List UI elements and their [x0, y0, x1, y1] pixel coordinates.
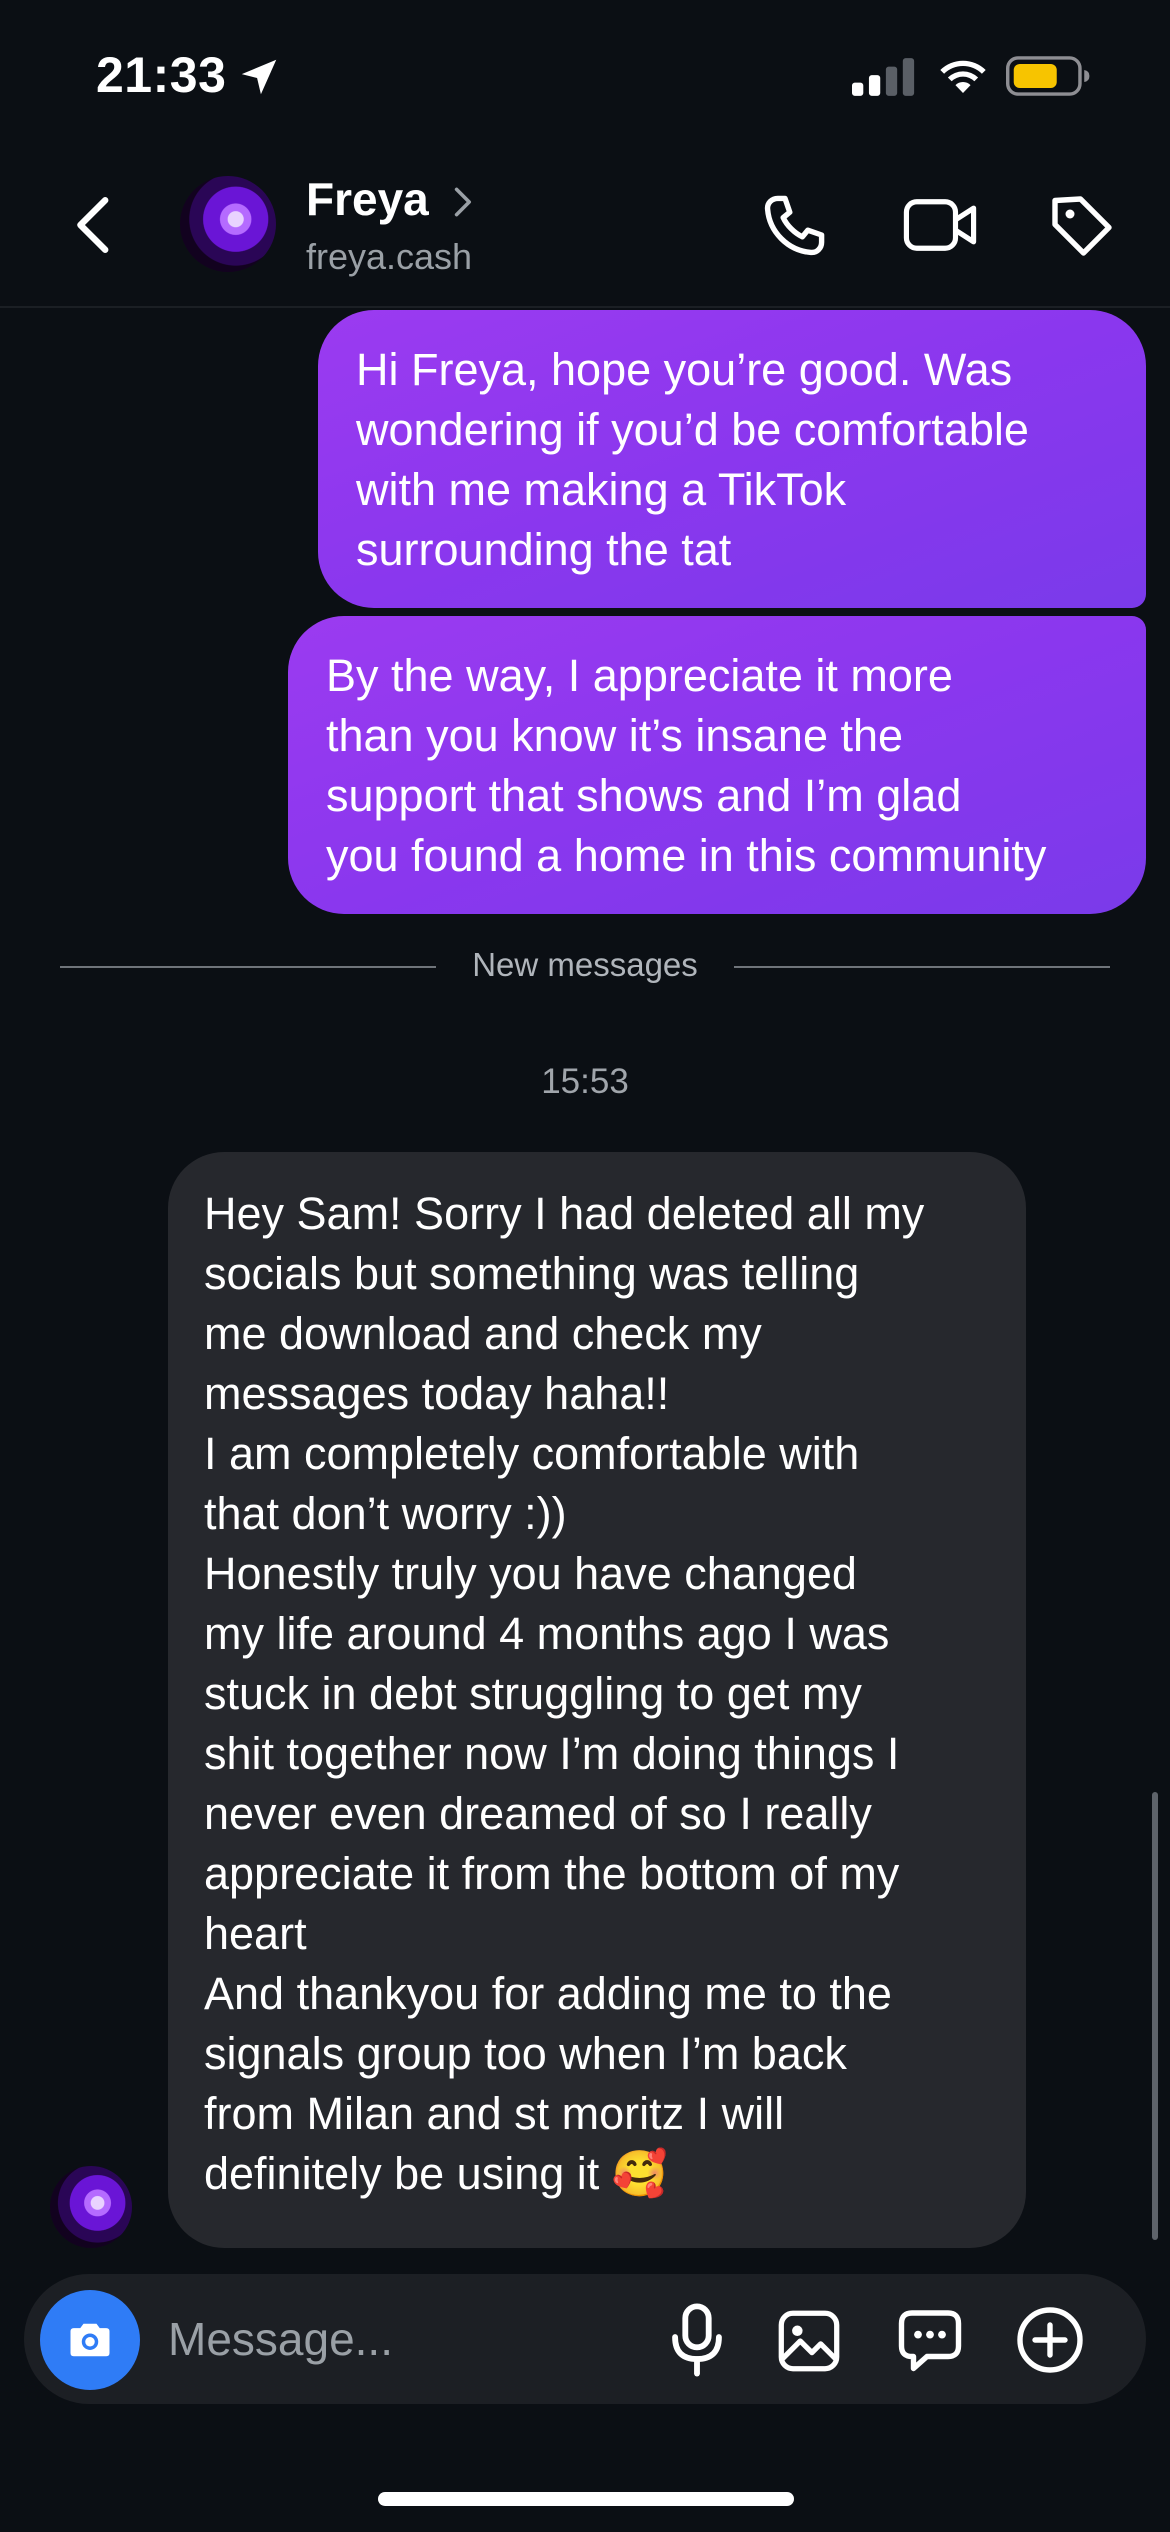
- outgoing-message[interactable]: By the way, I appreciate it more than yo…: [288, 616, 1146, 914]
- message-line: definitely be using it 🥰: [204, 2148, 668, 2199]
- avatar[interactable]: [180, 176, 276, 272]
- incoming-message[interactable]: Hey Sam! Sorry I had deleted all my soci…: [168, 1152, 1026, 2248]
- message-line: appreciate it from the bottom of my: [204, 1848, 900, 1899]
- battery-icon: [1006, 56, 1090, 96]
- location-arrow-icon: [241, 59, 277, 95]
- camera-button[interactable]: [40, 2290, 140, 2390]
- message-line: surrounding the tat: [356, 524, 732, 575]
- header-divider: [0, 306, 1170, 308]
- message-line: I am completely comfortable with: [204, 1428, 860, 1479]
- camera-icon: [70, 2323, 110, 2357]
- message-timestamp: 15:53: [541, 1062, 629, 1101]
- divider-line: [734, 966, 1110, 968]
- message-line: socials but something was telling: [204, 1248, 860, 1299]
- contact-username[interactable]: freya.cash: [306, 236, 472, 278]
- plus-icon[interactable]: [1014, 2304, 1086, 2376]
- sticker-icon[interactable]: [894, 2304, 966, 2376]
- message-line: that don’t worry :)): [204, 1488, 567, 1539]
- wifi-icon: [940, 60, 986, 93]
- video-camera-icon[interactable]: [900, 194, 980, 256]
- message-line: than you know it’s insane the: [326, 710, 904, 761]
- phone-icon[interactable]: [758, 190, 830, 262]
- message-line: stuck in debt struggling to get my: [204, 1668, 862, 1719]
- message-line: heart: [204, 1908, 307, 1959]
- divider-line: [60, 966, 436, 968]
- message-line: my life around 4 months ago I was: [204, 1608, 890, 1659]
- scrollbar[interactable]: [1152, 1792, 1158, 2240]
- status-time: 21:33: [96, 47, 227, 103]
- message-line: Hey Sam! Sorry I had deleted all my: [204, 1188, 925, 1239]
- message-line: with me making a TikTok: [356, 464, 847, 515]
- chevron-right-icon[interactable]: [448, 184, 476, 220]
- message-line: from Milan and st moritz I will: [204, 2088, 785, 2139]
- back-button[interactable]: [60, 190, 130, 260]
- message-line: Honestly truly you have changed: [204, 1548, 857, 1599]
- contact-name[interactable]: Freya: [306, 172, 429, 226]
- message-input[interactable]: [168, 2305, 638, 2373]
- gallery-icon[interactable]: [774, 2306, 844, 2376]
- tag-icon[interactable]: [1046, 190, 1118, 262]
- message-line: messages today haha!!: [204, 1368, 670, 1419]
- message-line: never even dreamed of so I really: [204, 1788, 872, 1839]
- message-line: By the way, I appreciate it more: [326, 650, 953, 701]
- outgoing-message[interactable]: Hi Freya, hope you’re good. Was wonderin…: [318, 310, 1146, 608]
- home-indicator[interactable]: [378, 2492, 794, 2506]
- microphone-icon[interactable]: [666, 2302, 728, 2378]
- message-line: me download and check my: [204, 1308, 762, 1359]
- message-line: you found a home in this community: [326, 830, 1047, 881]
- message-line: support that shows and I’m glad: [326, 770, 962, 821]
- new-messages-label: New messages: [472, 946, 698, 983]
- message-line: signals group too when I’m back: [204, 2028, 847, 2079]
- message-line: And thankyou for adding me to the: [204, 1968, 892, 2019]
- signal-icon: [852, 58, 915, 96]
- message-line: wondering if you’d be comfortable: [356, 404, 1029, 455]
- sender-avatar[interactable]: [50, 2166, 132, 2248]
- message-line: Hi Freya, hope you’re good. Was: [356, 344, 1013, 395]
- message-line: shit together now I’m doing things I: [204, 1728, 900, 1779]
